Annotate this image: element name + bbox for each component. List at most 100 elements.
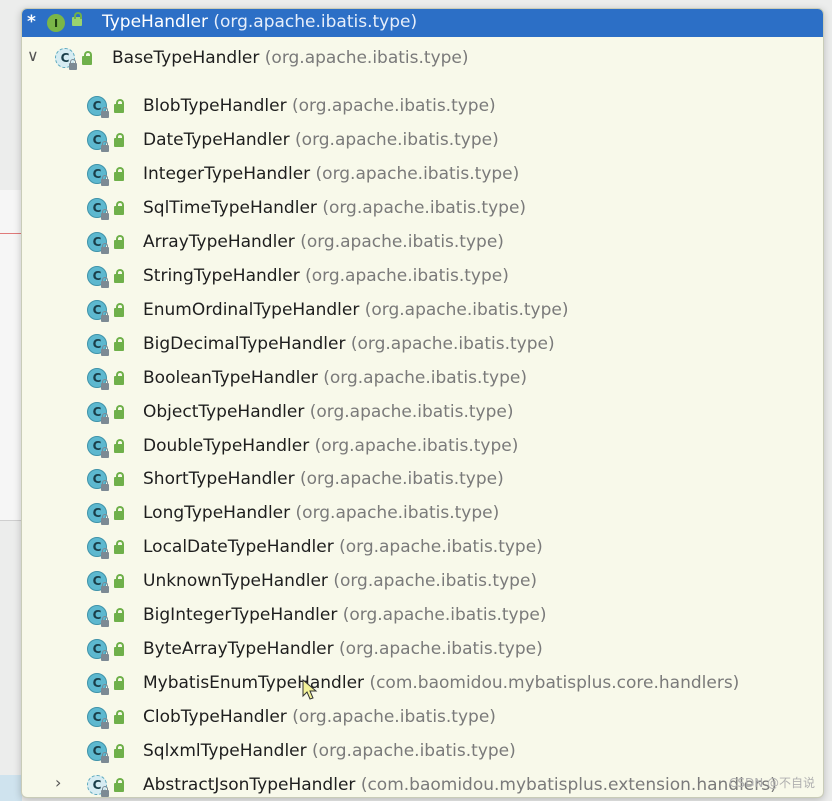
class-name: LongTypeHandler (143, 503, 291, 523)
public-access-icon (114, 235, 124, 249)
tree-item[interactable]: C ByteArrayTypeHandler (org.apache.ibatis… (22, 635, 823, 665)
package-name: (org.apache.ibatis.type) (264, 48, 469, 68)
public-access-icon (114, 439, 124, 453)
tree-item-label: EnumOrdinalTypeHandler (org.apache.ibati… (143, 300, 568, 320)
package-name: (org.apache.ibatis.type) (295, 503, 500, 523)
tree-item-label: BooleanTypeHandler (org.apache.ibatis.ty… (143, 368, 527, 388)
public-access-icon (114, 710, 124, 724)
public-access-icon (114, 269, 124, 283)
tree-item[interactable]: › C AbstractJsonTypeHandler (com.baomidou.… (22, 771, 823, 797)
public-access-icon (114, 133, 124, 147)
tree-item[interactable]: C ShortTypeHandler (org.apache.ibatis.typ… (22, 465, 823, 495)
package-name: (org.apache.ibatis.type) (364, 300, 569, 320)
tree-item[interactable]: C DoubleTypeHandler (org.apache.ibatis.ty… (22, 432, 823, 462)
star-icon: * (27, 12, 36, 32)
package-name: (org.apache.ibatis.type) (315, 164, 520, 184)
class-name: IntegerTypeHandler (143, 164, 311, 184)
lock-overlay-icon (101, 582, 109, 593)
package-name: (org.apache.ibatis.type) (333, 571, 538, 591)
package-name: (org.apache.ibatis.type) (339, 639, 543, 659)
chevron-right-icon[interactable]: › (55, 773, 61, 792)
tree-item-label: ClobTypeHandler (org.apache.ibatis.type) (143, 707, 496, 727)
lock-overlay-icon (101, 345, 109, 356)
tree-item-label: AbstractJsonTypeHandler (com.baomidou.my… (143, 775, 777, 795)
public-access-icon (114, 574, 124, 588)
tree-item[interactable]: C BooleanTypeHandler (org.apache.ibatis.t… (22, 364, 823, 394)
tree-item[interactable]: C EnumOrdinalTypeHandler (org.apache.ibat… (22, 296, 823, 326)
tree-item[interactable]: C MybatisEnumTypeHandler (com.baomidou.my… (22, 669, 823, 699)
class-name: DoubleTypeHandler (143, 436, 310, 456)
popup-header-row[interactable]: * I TypeHandler (org.apache.ibatis.type) (22, 9, 823, 37)
tree-item[interactable]: C BlobTypeHandler (org.apache.ibatis.type… (22, 92, 823, 122)
tree-item[interactable]: C LocalDateTypeHandler (org.apache.ibatis… (22, 533, 823, 563)
class-name: DateTypeHandler (143, 130, 290, 150)
chevron-down-icon[interactable]: ∨ (27, 46, 39, 65)
public-access-icon (114, 642, 124, 656)
package-name: (org.apache.ibatis.type) (339, 537, 543, 557)
watermark-text: CSDN @不自说 (728, 776, 815, 790)
class-name: MybatisEnumTypeHandler (143, 673, 365, 693)
tree-item[interactable]: C BigDecimalTypeHandler (org.apache.ibati… (22, 330, 823, 360)
tree-item-label: BaseTypeHandler (org.apache.ibatis.type) (112, 48, 469, 68)
class-name: ClobTypeHandler (143, 707, 287, 727)
package-name: (org.apache.ibatis.type) (312, 741, 516, 761)
tree-item-label: IntegerTypeHandler (org.apache.ibatis.ty… (143, 164, 519, 184)
tree-item[interactable]: C SqlxmlTypeHandler (org.apache.ibatis.ty… (22, 737, 823, 767)
tree-item-label: BlobTypeHandler (org.apache.ibatis.type) (143, 96, 496, 116)
lock-overlay-icon (101, 752, 109, 763)
class-name: AbstractJsonTypeHandler (143, 775, 356, 795)
tree-item[interactable]: C UnknownTypeHandler (org.apache.ibatis.t… (22, 567, 823, 597)
public-access-icon (114, 371, 124, 385)
public-access-icon (114, 608, 124, 622)
package-name: (org.apache.ibatis.type) (300, 469, 504, 489)
lock-overlay-icon (101, 141, 109, 152)
package-name: (org.apache.ibatis.type) (314, 436, 519, 456)
mouse-pointer-icon (302, 679, 318, 700)
tree-item[interactable]: C ArrayTypeHandler (org.apache.ibatis.typ… (22, 228, 823, 258)
public-access-icon (114, 506, 124, 520)
type-hierarchy-popup: * I TypeHandler (org.apache.ibatis.type)… (21, 8, 824, 798)
lock-overlay-icon (101, 718, 109, 729)
tree-item[interactable]: C IntegerTypeHandler (org.apache.ibatis.t… (22, 160, 823, 190)
tree-item[interactable]: C LongTypeHandler (org.apache.ibatis.type… (22, 499, 823, 529)
tree-item[interactable]: C ClobTypeHandler (org.apache.ibatis.type… (22, 703, 823, 733)
lock-overlay-icon (101, 379, 109, 390)
public-access-icon (114, 405, 124, 419)
tree-item-label: MybatisEnumTypeHandler (com.baomidou.myb… (143, 673, 739, 693)
tree-item[interactable]: C BigIntegerTypeHandler (org.apache.ibati… (22, 601, 823, 631)
lock-overlay-icon (101, 447, 109, 458)
package-name: (com.baomidou.mybatisplus.core.handlers) (369, 673, 740, 693)
tree-item[interactable]: C SqlTimeTypeHandler (org.apache.ibatis.t… (22, 194, 823, 224)
package-name: (org.apache.ibatis.type) (305, 266, 509, 286)
class-name: ByteArrayTypeHandler (143, 639, 334, 659)
class-name: BlobTypeHandler (143, 96, 287, 116)
header-title: TypeHandler (org.apache.ibatis.type) (102, 12, 417, 32)
tree-item-label: SqlTimeTypeHandler (org.apache.ibatis.ty… (143, 198, 526, 218)
lock-overlay-icon (101, 311, 109, 322)
lock-overlay-icon (101, 209, 109, 220)
package-name: (org.apache.ibatis.type) (350, 334, 555, 354)
tree-item-label: DoubleTypeHandler (org.apache.ibatis.typ… (143, 436, 518, 456)
tree-item-label: ArrayTypeHandler (org.apache.ibatis.type… (143, 232, 504, 252)
class-name: ShortTypeHandler (143, 469, 295, 489)
header-class-name: TypeHandler (102, 12, 208, 32)
lock-overlay-icon (101, 480, 109, 491)
lock-overlay-icon (101, 413, 109, 424)
class-name: ArrayTypeHandler (143, 232, 295, 252)
public-access-icon (114, 778, 124, 792)
class-name: BaseTypeHandler (112, 48, 260, 68)
editor-error-underline (0, 233, 22, 234)
tree-item-root[interactable]: ∨ C BaseTypeHandler (org.apache.ibatis.typ… (22, 44, 823, 74)
tree-item[interactable]: C StringTypeHandler (org.apache.ibatis.ty… (22, 262, 823, 292)
package-name: (org.apache.ibatis.type) (309, 402, 514, 422)
lock-overlay-icon (101, 107, 109, 118)
public-access-icon (114, 167, 124, 181)
package-name: (org.apache.ibatis.type) (323, 368, 527, 388)
package-name: (org.apache.ibatis.type) (291, 96, 496, 116)
tree-item-label: LocalDateTypeHandler (org.apache.ibatis.… (143, 537, 543, 557)
tree-item[interactable]: C ObjectTypeHandler (org.apache.ibatis.ty… (22, 398, 823, 428)
package-name: (com.baomidou.mybatisplus.extension.hand… (360, 775, 777, 795)
lock-overlay-icon (101, 277, 109, 288)
tree-item[interactable]: C DateTypeHandler (org.apache.ibatis.type… (22, 126, 823, 156)
tree-item-label: DateTypeHandler (org.apache.ibatis.type) (143, 130, 499, 150)
